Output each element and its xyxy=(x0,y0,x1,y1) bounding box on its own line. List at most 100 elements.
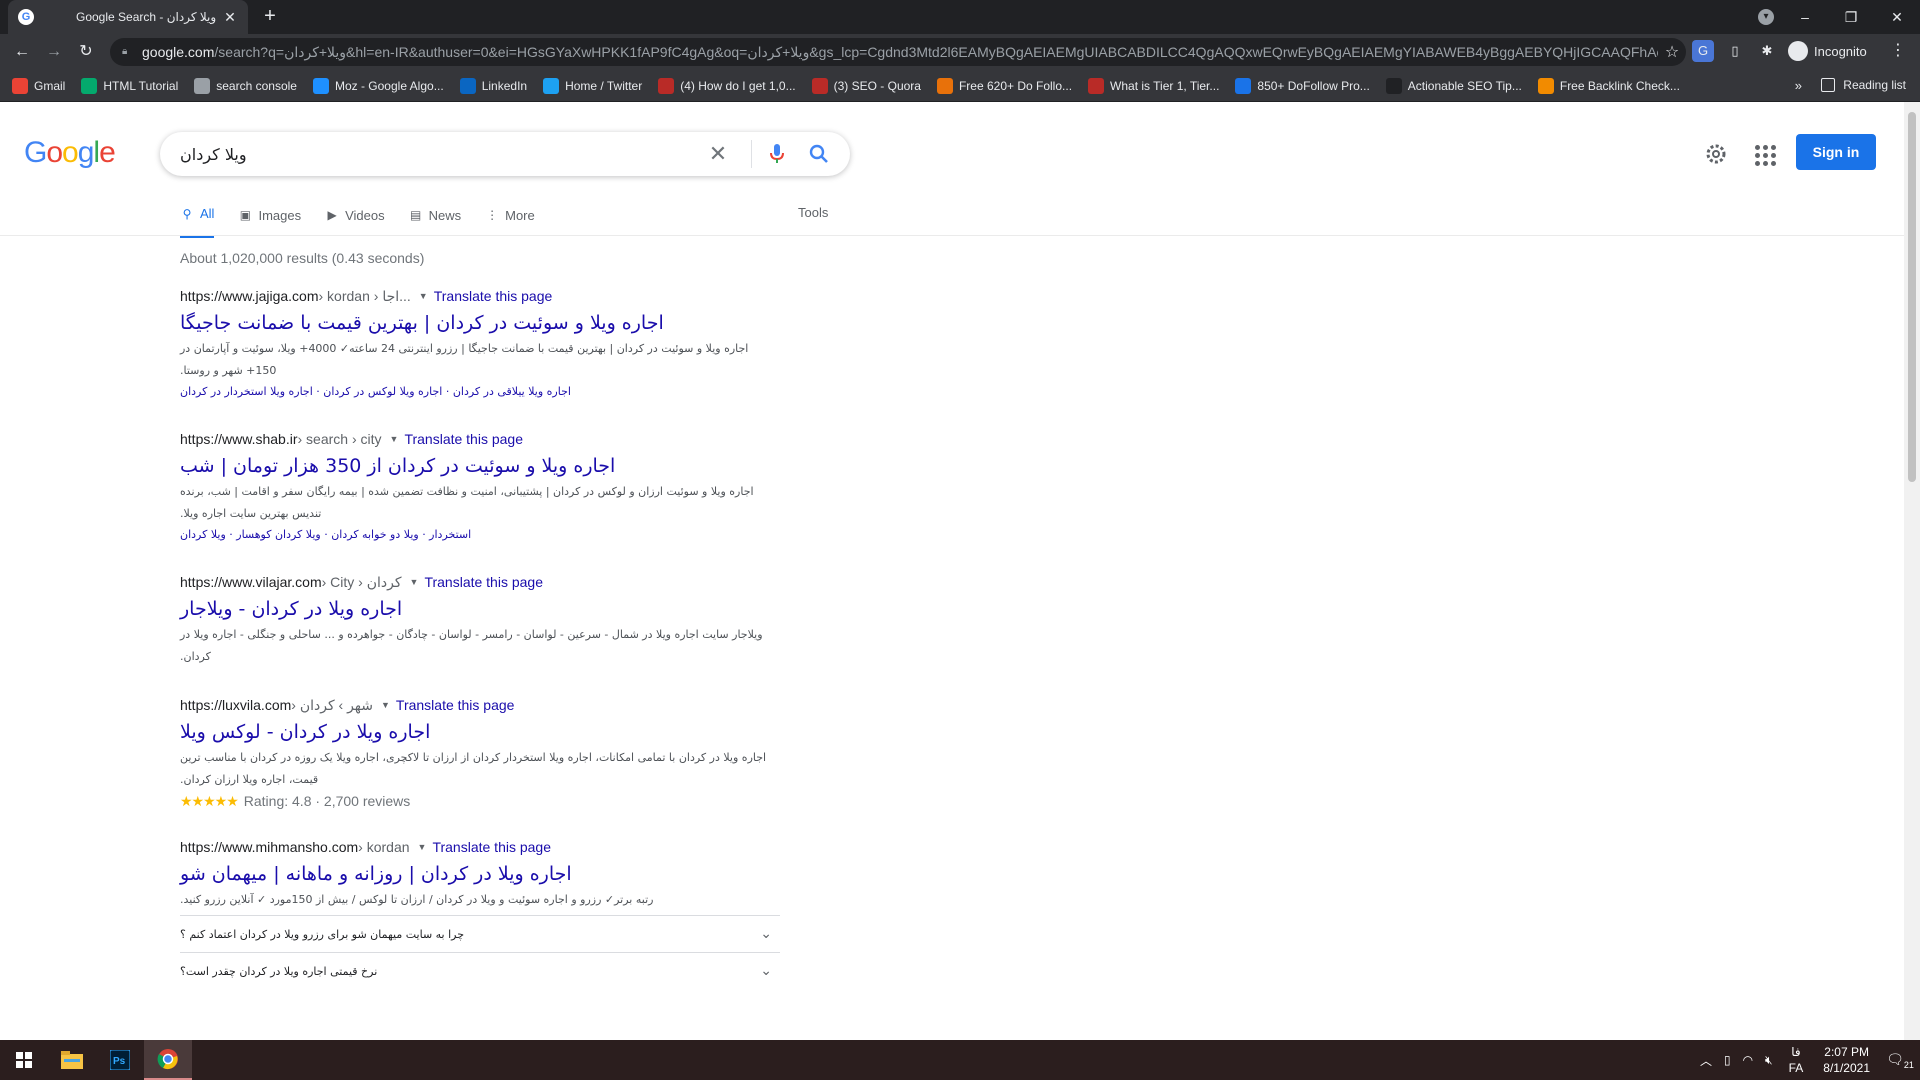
more-bookmarks-icon[interactable]: » xyxy=(1795,78,1802,93)
tab-news[interactable]: ▤ News xyxy=(409,198,461,238)
incognito-indicator[interactable]: Incognito xyxy=(1788,41,1867,61)
dropdown-arrow-icon[interactable]: ▼ xyxy=(381,700,390,710)
result-title-link[interactable]: اجاره ویلا در کردان | روزانه و ماهانه | … xyxy=(180,863,780,885)
translate-link[interactable]: Translate this page xyxy=(424,574,543,590)
notification-count: 21 xyxy=(1903,1059,1914,1070)
result-title-link[interactable]: اجاره ویلا در کردان - ویلاجار xyxy=(180,598,780,620)
volume-muted-icon[interactable]: 🔇︎ xyxy=(1765,1053,1773,1068)
bookmark-item[interactable]: search console xyxy=(194,77,297,94)
search-icon[interactable] xyxy=(804,142,834,166)
clear-search-icon[interactable]: ✕ xyxy=(703,141,733,167)
tab-more[interactable]: ⋮ More xyxy=(485,198,535,238)
bookmark-star-icon[interactable]: ☆ xyxy=(1658,42,1686,62)
photoshop-icon[interactable]: Ps xyxy=(96,1040,144,1080)
language-indicator[interactable]: فا FA xyxy=(1789,1044,1804,1076)
chrome-taskbar-icon[interactable] xyxy=(144,1040,192,1080)
bookmark-item[interactable]: Actionable SEO Tip... xyxy=(1385,77,1522,94)
result-url[interactable]: https://luxvila.com xyxy=(180,697,291,713)
forward-button[interactable]: → xyxy=(40,39,68,65)
bookmark-item[interactable]: HTML Tutorial xyxy=(81,77,179,94)
translate-link[interactable]: Translate this page xyxy=(396,697,515,713)
faq-item[interactable]: نرخ قیمتی اجاره ویلا در کردان چقدر است؟ ⌄ xyxy=(180,952,780,989)
tab-title: Google Search - ویلا کردان xyxy=(76,10,217,24)
result-url[interactable]: https://www.vilajar.com xyxy=(180,574,322,590)
windows-start-icon[interactable] xyxy=(0,1040,48,1080)
url-text[interactable]: google.com/search?q=ویلا+کردان&hl=en-IR&… xyxy=(142,44,1658,61)
clock[interactable]: 2:07 PM 8/1/2021 xyxy=(1823,1044,1870,1076)
bookmark-item[interactable]: Free Backlink Check... xyxy=(1537,77,1680,94)
google-apps-icon[interactable] xyxy=(1752,142,1776,166)
bookmark-item[interactable]: (4) How do I get 1,0... xyxy=(658,77,796,94)
microphone-icon[interactable] xyxy=(762,142,792,166)
restore-button[interactable]: ❐ xyxy=(1828,9,1874,26)
bookmark-item[interactable]: What is Tier 1, Tier... xyxy=(1088,77,1219,94)
faq-item[interactable]: چرا به سایت میهمان شو برای رزرو ویلا در … xyxy=(180,915,780,952)
translate-link[interactable]: Translate this page xyxy=(432,839,551,855)
close-tab-icon[interactable]: ✕ xyxy=(222,9,238,26)
tab-label: Videos xyxy=(345,207,385,223)
file-explorer-icon[interactable] xyxy=(48,1040,96,1080)
tab-videos[interactable]: ▶ Videos xyxy=(325,198,385,238)
result-breadcrumb: › شهر › کردان xyxy=(291,696,373,713)
dropdown-arrow-icon[interactable]: ▼ xyxy=(410,577,419,587)
result-snippet: رتبه برتر✓ رزرو و اجاره سوئیت و ویلا در … xyxy=(180,893,654,906)
tab-images[interactable]: ▣ Images xyxy=(238,198,301,238)
tab-search-icon[interactable]: ▾ xyxy=(1758,9,1774,25)
result-sitelinks[interactable]: اجاره ویلا ییلاقی در کردان · اجاره ویلا … xyxy=(180,382,780,402)
bookmark-item[interactable]: LinkedIn xyxy=(459,77,527,94)
address-bar[interactable]: 🔒︎ google.com/search?q=ویلا+کردان&hl=en-… xyxy=(110,38,1686,66)
new-tab-button[interactable]: + xyxy=(258,5,282,29)
result-url[interactable]: https://www.jajiga.com xyxy=(180,288,319,304)
result-title-link[interactable]: اجاره ویلا و سوئیت در کردان از 350 هزار … xyxy=(180,455,780,477)
dropdown-arrow-icon[interactable]: ▼ xyxy=(419,291,428,301)
result-url[interactable]: https://www.mihmansho.com xyxy=(180,839,358,855)
image-icon xyxy=(1235,77,1252,94)
bookmark-item[interactable]: Moz - Google Algo... xyxy=(312,77,444,94)
bookmark-label: HTML Tutorial xyxy=(103,78,179,93)
scrollbar-thumb[interactable] xyxy=(1908,112,1916,482)
battery-icon[interactable]: ▯ xyxy=(1724,1053,1731,1067)
page-scrollbar[interactable] xyxy=(1904,102,1920,1040)
translate-link[interactable]: Translate this page xyxy=(404,431,523,447)
search-input[interactable]: ویلا کردان xyxy=(180,145,703,164)
bookmark-item[interactable]: (3) SEO - Quora xyxy=(811,77,921,94)
dropdown-arrow-icon[interactable]: ▼ xyxy=(418,842,427,852)
extensions-area: G ▯ ✱ Incognito xyxy=(1692,40,1867,62)
notifications-icon[interactable]: 🗨︎21 xyxy=(1880,1051,1920,1070)
lock-icon[interactable]: 🔒︎ xyxy=(122,46,132,58)
sign-in-button[interactable]: Sign in xyxy=(1796,134,1876,170)
bookmark-item[interactable]: Home / Twitter xyxy=(543,77,642,94)
browser-menu-icon[interactable]: ⋮ xyxy=(1890,40,1906,60)
page-extension-icon[interactable]: ▯ xyxy=(1724,40,1746,62)
chevron-down-icon[interactable]: ⌄ xyxy=(760,926,772,942)
minimize-button[interactable]: – xyxy=(1782,9,1828,25)
tools-button[interactable]: Tools xyxy=(798,205,828,220)
chevron-down-icon[interactable]: ⌄ xyxy=(760,963,772,979)
bookmark-item[interactable]: 850+ DoFollow Pro... xyxy=(1235,77,1370,94)
google-logo[interactable]: Google xyxy=(24,136,116,170)
bookmark-item[interactable]: Gmail xyxy=(12,77,65,94)
reload-button[interactable]: ↻ xyxy=(72,39,100,65)
result-url[interactable]: https://www.shab.ir xyxy=(180,431,298,447)
reading-list-button[interactable]: Reading list xyxy=(1821,78,1906,92)
back-button[interactable]: ← xyxy=(8,39,36,65)
bookmark-item[interactable]: Free 620+ Do Follo... xyxy=(936,77,1072,94)
translate-extension-icon[interactable]: G xyxy=(1692,40,1714,62)
browser-tab[interactable]: G Google Search - ویلا کردان ✕ xyxy=(8,0,248,34)
tab-all[interactable]: ⚲ All xyxy=(180,198,215,238)
show-hidden-icons-icon[interactable]: ︿ xyxy=(1700,1052,1712,1069)
result-title-link[interactable]: اجاره ویلا و سوئیت در کردان | بهترین قیم… xyxy=(180,312,780,334)
rating-stars-icon: ★★★★★ xyxy=(180,793,239,809)
result-sitelinks[interactable]: استخردار · ویلا دو خوابه کردان · ویلا کر… xyxy=(180,525,780,545)
result-citation: https://www.jajiga.com › kordan › اجا...… xyxy=(180,286,780,306)
extensions-puzzle-icon[interactable]: ✱ xyxy=(1756,40,1778,62)
result-title-link[interactable]: اجاره ویلا در کردان - لوکس ویلا xyxy=(180,721,780,743)
tab-label: Images xyxy=(258,207,302,223)
search-result: https://www.mihmansho.com › kordan ▼ Trans… xyxy=(180,837,780,989)
wifi-icon[interactable]: ◠ xyxy=(1743,1053,1753,1067)
close-window-button[interactable]: ✕ xyxy=(1874,9,1920,26)
translate-link[interactable]: Translate this page xyxy=(434,288,553,304)
dropdown-arrow-icon[interactable]: ▼ xyxy=(390,434,399,444)
result-citation: https://www.mihmansho.com › kordan ▼ Trans… xyxy=(180,837,780,857)
settings-gear-icon[interactable] xyxy=(1704,142,1728,166)
